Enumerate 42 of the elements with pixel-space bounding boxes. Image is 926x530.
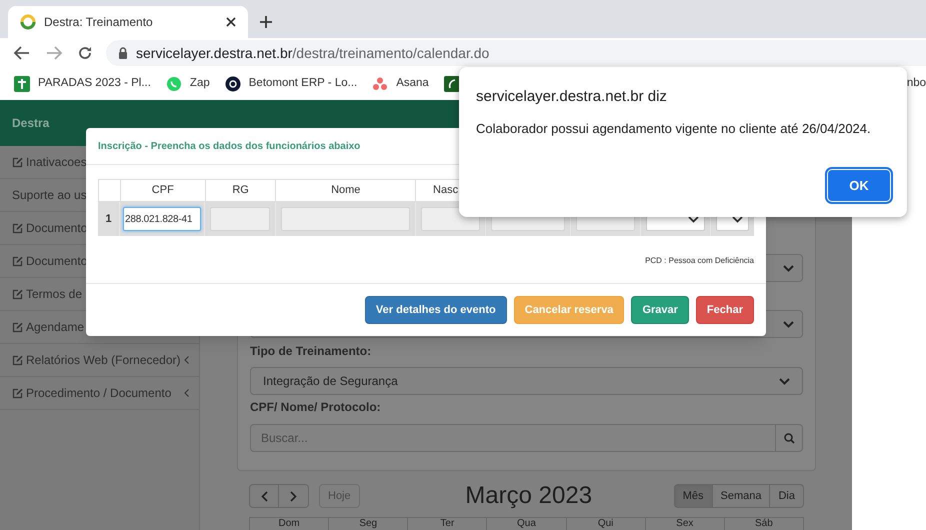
action-button[interactable]: Ver detalhes do evento	[364, 296, 507, 324]
weekday-header: Seg	[359, 518, 378, 530]
bookmark[interactable]: Betomont ERP - Lo...	[224, 75, 358, 93]
legend-note: PCD : Pessoa com Deficiência	[645, 255, 754, 267]
calendar-title: Março 2023	[464, 481, 594, 511]
view-tab[interactable]: Semana	[712, 484, 770, 508]
field-label: Tipo de Treinamento:	[250, 343, 372, 360]
weekday-header: Sáb	[755, 518, 773, 530]
column-header: RG	[232, 183, 249, 198]
url-path: /destra/treinamento/calendar.do	[292, 44, 490, 60]
action-button[interactable]: Fechar	[696, 296, 754, 324]
bookmark[interactable]: nbo	[906, 75, 926, 93]
address-bar[interactable]: servicelayer.destra.net.br/destra/treinamento/calendar.do	[106, 40, 926, 66]
weekday-header: Qui	[598, 518, 614, 530]
view-tab[interactable]: Mês	[674, 484, 712, 508]
ok-button[interactable]: OK	[828, 170, 890, 201]
column-header: Nome	[331, 183, 360, 198]
sidebar-item[interactable]: Relatórios Web (Fornecedor)	[0, 344, 199, 377]
weekday-header: Qua	[517, 518, 536, 530]
brand-title: Destra	[12, 115, 50, 132]
bookmark[interactable]: PARADAS 2023 - Pl...	[14, 75, 151, 93]
weekday-header: Ter	[440, 518, 454, 530]
training-type-select[interactable]: Integração de Segurança	[250, 367, 803, 395]
browser-tab[interactable]: Destra: Treinamento	[8, 6, 248, 38]
action-button[interactable]: Gravar	[631, 296, 689, 324]
row-number: 1	[105, 212, 112, 227]
cpf-field[interactable]: 288.021.828-41	[123, 207, 201, 231]
alert-message: Colaborador possui agendamento vigente no cliente até 26/04/2024.	[476, 120, 872, 138]
bookmark[interactable]: Asana	[372, 75, 429, 93]
weekday-header: Sex	[676, 518, 694, 530]
tab-title: Destra: Treinamento	[44, 14, 154, 31]
sidebar-item[interactable]: Procedimento / Documento	[0, 377, 199, 410]
url-host: servicelayer.destra.net.br	[136, 44, 292, 60]
bookmark[interactable]: Zap	[166, 75, 210, 93]
modal-title: Inscrição - Preencha os dados dos funcionários abaixo	[98, 140, 360, 154]
view-tab[interactable]: Dia	[770, 484, 804, 508]
column-header: Nasc	[433, 183, 458, 198]
field-label: CPF/ Nome/ Protocolo:	[250, 399, 382, 416]
search-field[interactable]: Buscar...	[250, 424, 776, 452]
alert-title: servicelayer.destra.net.br diz	[476, 87, 668, 107]
column-header: CPF	[152, 183, 174, 198]
weekday-header: Dom	[278, 518, 300, 530]
